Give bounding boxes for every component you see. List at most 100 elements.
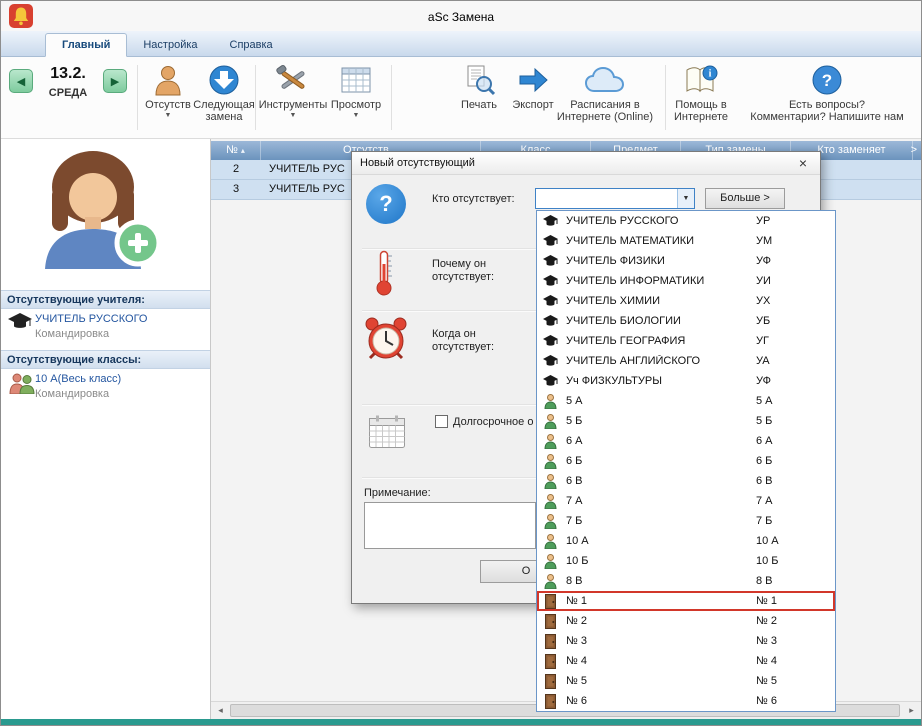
dropdown-item-name: № 2 [566, 615, 756, 627]
row-absent-name: УЧИТЕЛЬ РУС [269, 160, 345, 179]
row-number: 2 [211, 160, 261, 179]
who-label: Кто отсутствует: [432, 193, 515, 206]
room-icon [542, 593, 559, 609]
dropdown-item[interactable]: 6 Б6 Б [537, 451, 835, 471]
dropdown-item[interactable]: УЧИТЕЛЬ ИНФОРМАТИКИУИ [537, 271, 835, 291]
dropdown-item-code: УФ [756, 255, 771, 267]
dropdown-item[interactable]: 5 А5 А [537, 391, 835, 411]
dropdown-item[interactable]: УЧИТЕЛЬ РУССКОГОУР [537, 211, 835, 231]
dropdown-item-name: 8 В [566, 575, 756, 587]
absent-caret-icon: ▼ [165, 112, 172, 119]
class-icon [542, 573, 559, 589]
teacher-icon [542, 253, 559, 269]
absent-class-item[interactable]: 10 А(Весь класс) Командировка [1, 371, 210, 407]
dropdown-item[interactable]: УЧИТЕЛЬ БИОЛОГИИУБ [537, 311, 835, 331]
class-people-icon [8, 373, 36, 397]
dropdown-item-code: 10 А [756, 535, 779, 547]
longterm-checkbox[interactable] [435, 415, 448, 428]
dropdown-item[interactable]: УЧИТЕЛЬ ГЕОГРАФИЯУГ [537, 331, 835, 351]
next-substitution-label-2: замена [205, 111, 242, 123]
dropdown-item[interactable]: № 1№ 1 [537, 591, 835, 611]
dropdown-item[interactable]: 6 А6 А [537, 431, 835, 451]
dropdown-item[interactable]: 8 В8 В [537, 571, 835, 591]
dropdown-item-code: 7 Б [756, 515, 772, 527]
tools-label: Инструменты [259, 99, 328, 111]
more-button[interactable]: Больше > [705, 188, 785, 209]
online-timetables-button[interactable]: Расписания в Интернете (Online) [549, 61, 661, 123]
dropdown-item[interactable]: 10 Б10 Б [537, 551, 835, 571]
view-label: Просмотр [331, 99, 381, 111]
dropdown-item[interactable]: УЧИТЕЛЬ ФИЗИКИУФ [537, 251, 835, 271]
dropdown-item-name: 10 А [566, 535, 756, 547]
dropdown-item-code: 6 А [756, 435, 773, 447]
questions-button[interactable]: ? Есть вопросы? Комментарии? Напишите на… [745, 61, 909, 123]
dropdown-item-name: УЧИТЕЛЬ ФИЗИКИ [566, 255, 756, 267]
dropdown-item[interactable]: 5 Б5 Б [537, 411, 835, 431]
room-icon [542, 693, 559, 709]
next-substitution-button[interactable]: Следующая замена [195, 61, 253, 123]
absent-teacher-item[interactable]: УЧИТЕЛЬ РУССКОГО Командировка [1, 311, 210, 347]
absent-label: Отсутств [145, 99, 191, 111]
teacher-icon [542, 273, 559, 289]
dropdown-item[interactable]: Уч ФИЗКУЛЬТУРЫУФ [537, 371, 835, 391]
who-dropdown: УЧИТЕЛЬ РУССКОГОУРУЧИТЕЛЬ МАТЕМАТИКИУМУЧ… [536, 210, 836, 712]
dropdown-item[interactable]: УЧИТЕЛЬ МАТЕМАТИКИУМ [537, 231, 835, 251]
next-day-button[interactable]: ▶ [103, 69, 127, 93]
tab-help[interactable]: Справка [214, 34, 289, 56]
dropdown-item[interactable]: 10 А10 А [537, 531, 835, 551]
print-button[interactable]: Печать [453, 61, 505, 111]
dropdown-item[interactable]: № 3№ 3 [537, 631, 835, 651]
view-button[interactable]: Просмотр ▼ [327, 61, 385, 119]
why-label: Почему он отсутствует: [432, 258, 524, 284]
tools-button[interactable]: Инструменты ▼ [259, 61, 327, 119]
dropdown-item[interactable]: 6 В6 В [537, 471, 835, 491]
class-icon [542, 493, 559, 509]
dropdown-item-code: 10 Б [756, 555, 779, 567]
room-icon [542, 613, 559, 629]
toolbar: ◀ 13.2. СРЕДА ▶ Отсутств ▼ Следующая зам… [1, 57, 921, 139]
room-icon [542, 633, 559, 649]
export-label: Экспорт [512, 99, 553, 111]
sort-ascending-icon: ▴ [241, 146, 245, 155]
note-textarea[interactable] [364, 502, 536, 549]
dropdown-item-name: УЧИТЕЛЬ ГЕОГРАФИЯ [566, 335, 756, 347]
scroll-left-icon[interactable]: ◂ [212, 702, 229, 719]
online-help-label-1: Помощь в [675, 99, 726, 111]
dropdown-item-code: УР [756, 215, 770, 227]
teacher-icon [542, 213, 559, 229]
combo-dropdown-arrow-icon[interactable]: ▼ [677, 189, 694, 208]
absent-button[interactable]: Отсутств ▼ [141, 61, 195, 119]
tab-settings[interactable]: Настройка [127, 34, 213, 56]
tools-icon [276, 61, 310, 99]
title-bar: aSc Замена [1, 1, 921, 31]
print-label: Печать [461, 99, 497, 111]
online-help-button[interactable]: i Помощь в Интернете [669, 61, 733, 123]
dropdown-item[interactable]: № 4№ 4 [537, 651, 835, 671]
dropdown-item-name: 6 Б [566, 455, 756, 467]
who-combobox[interactable]: ▼ [535, 188, 695, 209]
scroll-right-icon[interactable]: ▸ [903, 702, 920, 719]
alarm-clock-icon [362, 316, 410, 365]
tab-main[interactable]: Главный [45, 33, 127, 57]
column-header-0[interactable]: №▴ [211, 141, 261, 160]
calendar-icon [368, 414, 406, 453]
dropdown-item-code: УФ [756, 375, 771, 387]
dropdown-item[interactable]: 7 А7 А [537, 491, 835, 511]
dropdown-item[interactable]: 7 Б7 Б [537, 511, 835, 531]
add-absent-teacher-avatar[interactable] [23, 147, 168, 272]
view-grid-icon [341, 61, 371, 99]
dropdown-item-name: 7 Б [566, 515, 756, 527]
dropdown-item[interactable]: УЧИТЕЛЬ АНГЛИЙСКОГОУА [537, 351, 835, 371]
prev-day-button[interactable]: ◀ [9, 69, 33, 93]
dropdown-item[interactable]: № 6№ 6 [537, 691, 835, 711]
dropdown-item[interactable]: № 2№ 2 [537, 611, 835, 631]
dropdown-item-code: № 2 [756, 615, 777, 627]
room-icon [542, 653, 559, 669]
dialog-title: Новый отсутствующий [352, 152, 820, 175]
sidebar: Отсутствующие учителя: УЧИТЕЛЬ РУССКОГО … [1, 139, 211, 719]
absent-teacher-name: УЧИТЕЛЬ РУССКОГО [35, 313, 147, 325]
dialog-close-icon[interactable]: × [786, 152, 820, 175]
tools-caret-icon: ▼ [290, 112, 297, 119]
dropdown-item[interactable]: УЧИТЕЛЬ ХИМИИУХ [537, 291, 835, 311]
dropdown-item[interactable]: № 5№ 5 [537, 671, 835, 691]
